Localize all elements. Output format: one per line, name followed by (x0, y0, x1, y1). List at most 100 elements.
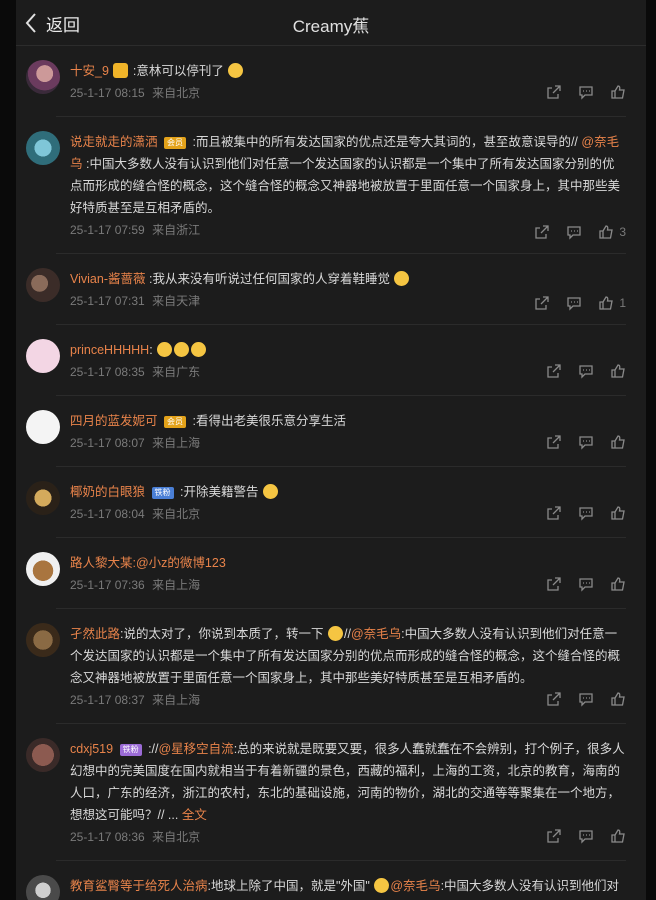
comment-time: 25-1-17 08:04 (70, 507, 145, 521)
share-icon[interactable] (546, 363, 562, 379)
avatar[interactable] (26, 60, 60, 94)
username[interactable]: 十安_9 (70, 64, 109, 78)
full-text-link[interactable]: 全文 (182, 808, 207, 822)
comment-meta: 25-1-17 07:59 来自浙江 3 (70, 219, 626, 253)
share-icon[interactable] (534, 224, 550, 240)
avatar[interactable] (26, 738, 60, 772)
comment-item: 孑然此路:说的太对了，你说到本质了，转一下 //@奈毛乌:中国大多数人没有认识到… (16, 609, 646, 724)
avatar[interactable] (26, 875, 60, 900)
emoji-icon (394, 271, 410, 286)
comment-item: 椰奶的白眼狼 铁粉 :开除美籍警告 25-1-17 08:04 来自北京 (16, 467, 646, 538)
avatar[interactable] (26, 268, 60, 302)
reply-icon[interactable] (578, 84, 594, 100)
like-icon[interactable] (610, 363, 626, 379)
comment-actions (530, 691, 626, 707)
crown-icon (113, 63, 129, 78)
reply-icon[interactable] (578, 828, 594, 844)
comment-list: 十安_9 :意林可以停刊了 25-1-17 08:15 来自北京 说走就走的潇洒 (16, 46, 646, 900)
reply-icon[interactable] (578, 363, 594, 379)
like-icon[interactable] (610, 576, 626, 592)
comment-text: 椰奶的白眼狼 铁粉 :开除美籍警告 (70, 481, 626, 503)
share-icon[interactable] (546, 84, 562, 100)
comment-body: :意林可以停刊了 (132, 64, 224, 78)
username[interactable]: 四月的蓝发妮可 (70, 414, 158, 428)
comment-location: 来自上海 (152, 436, 201, 450)
mention-link[interactable]: :@小z的微博123 (133, 556, 226, 570)
like-icon[interactable] (598, 295, 614, 311)
mention-link[interactable]: @奈毛乌 (351, 627, 401, 641)
comment-item: 说走就走的潇洒 会员 :而且被集中的所有发达国家的优点还是夸大其词的，甚至故意误… (16, 117, 646, 254)
comment-body: :我从来没有听说过任何国家的人穿着鞋睡觉 (148, 272, 390, 286)
emoji-icon (191, 342, 207, 357)
avatar[interactable] (26, 481, 60, 515)
username[interactable]: cdxj519 (70, 742, 113, 756)
mention-link[interactable]: @星移空自流 (158, 742, 233, 756)
comment-location: 来自广东 (152, 365, 201, 379)
reply-icon[interactable] (578, 505, 594, 521)
comment-meta: 25-1-17 07:36 来自上海 (70, 574, 626, 608)
comment-text: Vivian-酱蔷薇 :我从来没有听说过任何国家的人穿着鞋睡觉 (70, 268, 626, 290)
avatar[interactable] (26, 410, 60, 444)
comment-location: 来自北京 (152, 507, 201, 521)
comment-text: 说走就走的潇洒 会员 :而且被集中的所有发达国家的优点还是夸大其词的，甚至故意误… (70, 131, 626, 219)
share-icon[interactable] (546, 576, 562, 592)
like-count: 1 (619, 296, 626, 310)
comment-item: 路人黎大某:@小z的微博123 25-1-17 07:36 来自上海 (16, 538, 646, 609)
like-icon[interactable] (610, 691, 626, 707)
top-bar: 返回 Creamy蕉 (16, 0, 646, 46)
comment-actions (530, 84, 626, 100)
username[interactable]: 教育鲨臀等于给死人治病 (70, 879, 208, 893)
comment-time: 25-1-17 08:37 (70, 693, 145, 707)
comment-item: 十安_9 :意林可以停刊了 25-1-17 08:15 来自北京 (16, 46, 646, 117)
comment-actions: 1 (518, 292, 626, 314)
like-icon[interactable] (598, 224, 614, 240)
comment-actions: 3 (518, 221, 626, 243)
like-icon[interactable] (610, 505, 626, 521)
share-icon[interactable] (546, 505, 562, 521)
reply-icon[interactable] (578, 691, 594, 707)
emoji-icon (262, 484, 278, 499)
emoji-icon (157, 342, 173, 357)
comment-text: 教育鲨臀等于给死人治病:地球上除了中国，就是"外国" @奈毛乌:中国大多数人没有… (70, 875, 626, 900)
username[interactable]: 椰奶的白眼狼 (70, 485, 145, 499)
comment-time: 25-1-17 07:31 (70, 294, 145, 308)
username[interactable]: princeHHHHH (70, 343, 149, 357)
avatar[interactable] (26, 623, 60, 657)
username[interactable]: 说走就走的潇洒 (70, 135, 158, 149)
fan-badge: 铁粉 (151, 487, 174, 499)
comment-text: cdxj519 铁粉 ://@星移空自流:总的来说就是既要又要，很多人蠢就蠢在不… (70, 738, 626, 826)
reply-icon[interactable] (566, 295, 582, 311)
share-icon[interactable] (546, 828, 562, 844)
comment-location: 来自北京 (152, 830, 201, 844)
username[interactable]: 路人黎大某 (70, 556, 133, 570)
like-icon[interactable] (610, 84, 626, 100)
comment-actions (530, 828, 626, 844)
username[interactable]: Vivian-酱蔷薇 (70, 272, 145, 286)
like-icon[interactable] (610, 434, 626, 450)
avatar[interactable] (26, 339, 60, 373)
share-icon[interactable] (534, 295, 550, 311)
share-icon[interactable] (546, 691, 562, 707)
reply-icon[interactable] (566, 224, 582, 240)
emoji-icon (228, 63, 244, 78)
like-icon[interactable] (610, 828, 626, 844)
comment-meta: 25-1-17 08:36 来自北京 (70, 826, 626, 860)
member-badge: 会员 (164, 137, 186, 149)
comment-meta: 25-1-17 08:37 来自上海 (70, 689, 626, 723)
member-badge: 会员 (164, 416, 186, 428)
thumbs-up-emoji-icon (327, 626, 343, 641)
username[interactable]: 孑然此路 (70, 627, 120, 641)
comment-time: 25-1-17 08:36 (70, 830, 145, 844)
mention-link[interactable]: @奈毛乌 (390, 879, 440, 893)
share-icon[interactable] (546, 434, 562, 450)
comments-panel: 返回 Creamy蕉 十安_9 :意林可以停刊了 25-1-17 08:15 来… (16, 0, 646, 900)
emoji-icon (374, 878, 390, 893)
comment-meta: 25-1-17 08:35 来自广东 (70, 361, 626, 395)
avatar[interactable] (26, 552, 60, 586)
comment-time: 25-1-17 08:35 (70, 365, 145, 379)
reply-icon[interactable] (578, 576, 594, 592)
comment-actions (530, 363, 626, 379)
reply-icon[interactable] (578, 434, 594, 450)
comment-text: 四月的蓝发妮可 会员 :看得出老美很乐意分享生活 (70, 410, 626, 432)
avatar[interactable] (26, 131, 60, 165)
